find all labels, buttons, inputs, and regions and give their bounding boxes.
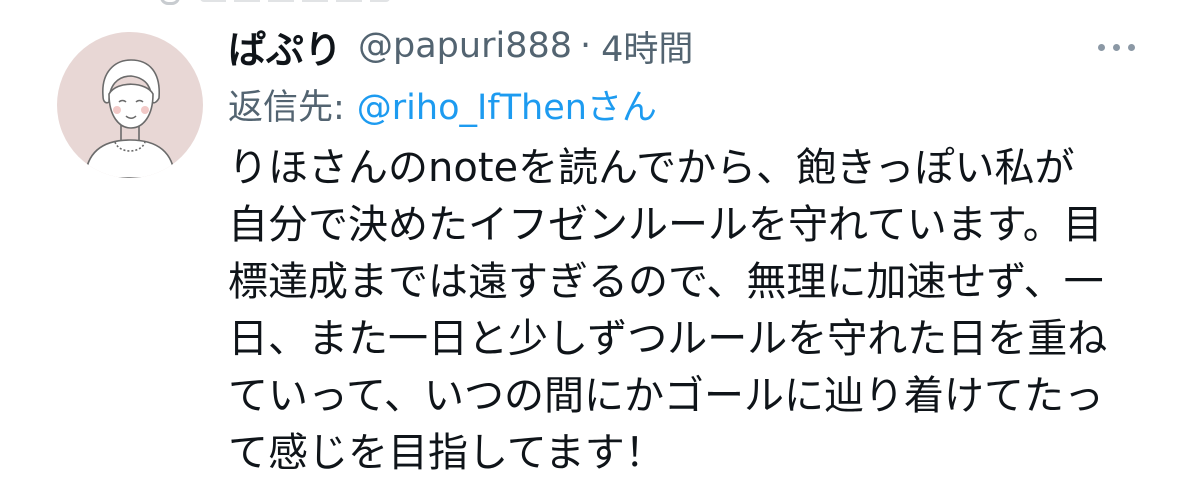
more-dot (1128, 44, 1135, 51)
tweet-text-line: 自分で決めたイフゼンルールを守れています。目 (228, 202, 1103, 248)
tweet-text-line: ていって、いつの間にかゴールに辿り着けてたっ (228, 373, 1104, 419)
user-avatar-illustration (84, 59, 176, 178)
tweet-text-line: りほさんのnoteを読んでから、飽きっぽい私が (228, 145, 1075, 191)
tweet-text-line: 日、また一日と少しずつルールを守れた日を重ね (228, 316, 1108, 362)
avatar[interactable] (57, 32, 203, 178)
more-dot (1098, 44, 1105, 51)
tweet-card[interactable]: ぱぷり @papuri888 · 4時間 返信先: @riho_IfThenさん… (0, 0, 1200, 481)
previous-tweet-action-remnant (140, 0, 400, 8)
text-remnant (200, 0, 390, 2)
tweet-text: りほさんのnoteを読んでから、飽きっぽい私が 自分で決めたイフゼンルールを守れ… (228, 140, 1158, 481)
header-separator: · (580, 26, 592, 66)
reply-to-link[interactable]: @riho_IfThenさん (357, 79, 657, 130)
reply-icon-remnant (160, 0, 180, 5)
more-dot (1113, 44, 1120, 51)
timestamp[interactable]: 4時間 (601, 21, 693, 72)
reply-prefix: 返信先: (228, 87, 345, 128)
tweet-text-line: 標達成までは遠すぎるので、無理に加速せず、一 (228, 259, 1104, 305)
tweet-text-line: て感じを目指してます！ (228, 430, 665, 476)
tweet-header: ぱぷり @papuri888 · 4時間 (228, 18, 693, 74)
display-name[interactable]: ぱぷり (228, 19, 342, 74)
reply-context: 返信先: @riho_IfThenさん (228, 78, 657, 130)
more-horizontal-icon[interactable] (1098, 44, 1135, 51)
user-handle[interactable]: @papuri888 (358, 26, 572, 66)
